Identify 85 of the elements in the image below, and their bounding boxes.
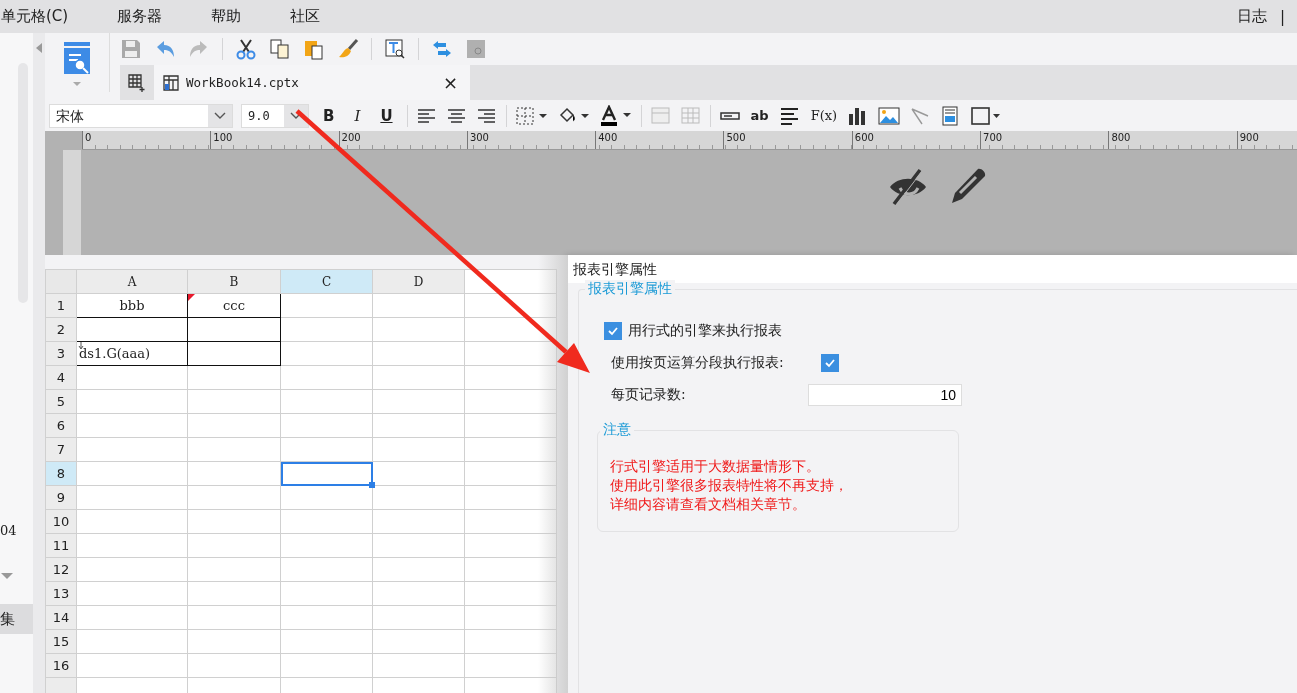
warning-text: 详细内容请查看文档相关章节。 xyxy=(610,495,807,514)
border-icon[interactable] xyxy=(514,105,549,126)
note-title: 注意 xyxy=(600,421,634,439)
column-header[interactable]: A xyxy=(76,269,188,294)
ruler-label: 600 xyxy=(851,131,981,149)
ruler-label: 200 xyxy=(338,131,467,149)
text-search-icon[interactable] xyxy=(384,38,406,60)
style-button[interactable]: U xyxy=(374,103,399,128)
row-header[interactable]: 15 xyxy=(45,629,77,654)
copy-icon[interactable] xyxy=(269,38,291,60)
table-cell[interactable]: ds1.G(aaa) xyxy=(76,341,188,366)
merge-cells-icon[interactable] xyxy=(649,105,672,126)
menu-item[interactable]: | xyxy=(1278,7,1285,26)
row-header[interactable]: 6 xyxy=(45,413,77,438)
font-color-icon[interactable] xyxy=(598,104,633,127)
panel-text: 04 xyxy=(0,523,18,538)
font-select[interactable]: 宋体 xyxy=(49,103,233,128)
brush-icon[interactable] xyxy=(337,38,359,60)
column-header[interactable]: B xyxy=(187,269,281,294)
column-header[interactable]: C xyxy=(280,269,373,294)
image-icon[interactable] xyxy=(877,105,902,126)
style-button[interactable]: B xyxy=(317,103,341,128)
row-header[interactable]: 8 xyxy=(45,461,77,486)
ruler-label: 300 xyxy=(466,131,596,149)
ruler-label: 400 xyxy=(595,131,724,149)
column-header[interactable] xyxy=(464,269,557,294)
option-label: 用行式的引擎来执行报表 xyxy=(628,322,782,340)
row-header[interactable]: 9 xyxy=(45,485,77,510)
menu-item[interactable]: 帮助 xyxy=(210,7,242,26)
checkbox-option[interactable]: 用行式的引擎来执行报表 xyxy=(604,318,1297,344)
row-header[interactable]: 5 xyxy=(45,389,77,414)
field-label: 每页记录数: xyxy=(611,386,687,404)
menu-item[interactable]: 服务器 xyxy=(116,7,163,26)
table-cell[interactable]: bbb xyxy=(76,293,188,318)
row-header[interactable]: 14 xyxy=(45,605,77,630)
collapse-icon[interactable] xyxy=(36,43,42,53)
ruler-label: 800 xyxy=(1108,131,1237,149)
row-header[interactable]: 10 xyxy=(45,509,77,534)
swap-icon[interactable] xyxy=(431,38,453,60)
ruler-label: 900 xyxy=(1236,131,1297,149)
preview-icon[interactable] xyxy=(62,40,92,88)
row-header[interactable]: 2 xyxy=(45,317,77,342)
group-title: 报表引擎属性 xyxy=(585,280,675,298)
dropdown-icon xyxy=(290,111,302,120)
font-size-select[interactable]: 9.0 xyxy=(241,103,309,128)
ruler-label: 100 xyxy=(210,131,339,149)
ruler-label: 500 xyxy=(723,131,852,149)
column-header[interactable]: D xyxy=(372,269,465,294)
formula-button[interactable]: F(x) xyxy=(808,103,840,128)
menu-item[interactable]: 单元格(C) xyxy=(0,7,69,26)
menu-item[interactable]: 日志 xyxy=(1235,7,1267,26)
records-per-page-field[interactable]: 10 xyxy=(808,384,962,406)
add-sheet-icon[interactable] xyxy=(127,72,147,93)
align-icon[interactable] xyxy=(445,106,468,125)
panel-text[interactable]: 集 xyxy=(0,604,33,634)
table-cell[interactable]: ccc xyxy=(187,293,281,318)
caret-icon[interactable] xyxy=(0,572,14,580)
table-cell[interactable] xyxy=(280,461,373,486)
checkbox[interactable] xyxy=(604,322,622,340)
paste-icon[interactable] xyxy=(303,38,325,60)
warning-text: 使用此引擎很多报表特性将不再支持， xyxy=(610,476,849,495)
paragraph-icon[interactable] xyxy=(778,105,801,126)
row-header[interactable]: 11 xyxy=(45,533,77,558)
style-button[interactable]: I xyxy=(348,103,367,128)
row-header[interactable]: 1 xyxy=(45,293,77,318)
workbook-icon xyxy=(162,73,180,92)
row-header[interactable]: 12 xyxy=(45,557,77,582)
ruler-label: 0 xyxy=(82,131,211,149)
row-header[interactable]: 16 xyxy=(45,653,77,678)
row-header[interactable]: 7 xyxy=(45,437,77,462)
checkbox[interactable] xyxy=(821,354,839,372)
align-icon[interactable] xyxy=(415,106,438,125)
grid-search-icon[interactable] xyxy=(465,38,487,60)
row-header[interactable]: 3 xyxy=(45,341,77,366)
warning-text: 行式引擎适用于大数据量情形下。 xyxy=(610,457,821,476)
row-header[interactable]: 13 xyxy=(45,581,77,606)
align-icon[interactable] xyxy=(475,106,498,125)
ruler-label: 700 xyxy=(980,131,1109,149)
dropdown-icon xyxy=(214,111,226,120)
menu-item[interactable]: 社区 xyxy=(289,7,321,26)
option-label: 使用按页运算分段执行报表: xyxy=(611,354,785,372)
text-insert-button[interactable]: ab xyxy=(748,103,771,128)
row-header[interactable]: 4 xyxy=(45,365,77,390)
cut-icon[interactable] xyxy=(235,38,257,60)
close-icon[interactable]: × xyxy=(438,72,462,93)
